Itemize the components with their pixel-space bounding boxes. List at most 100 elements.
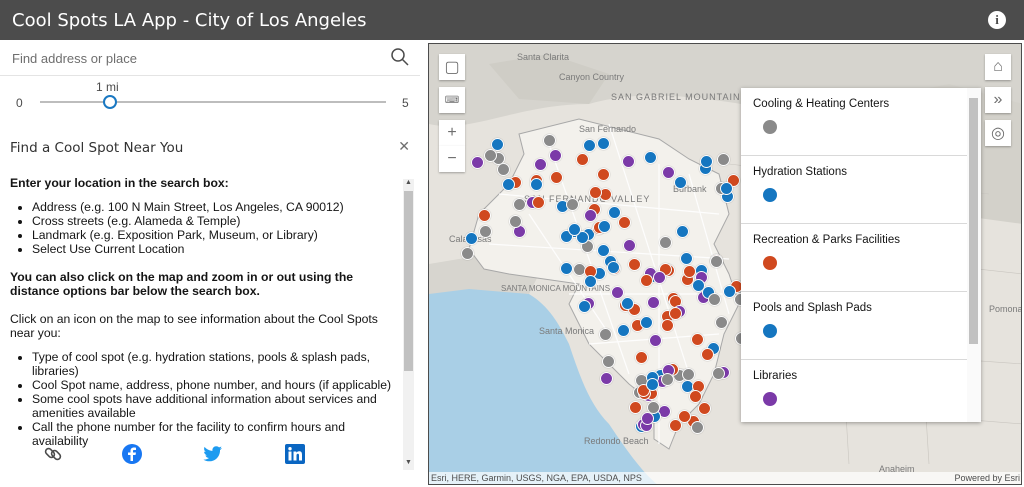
legend-item-cooling-centers[interactable]: Cooling & Heating Centers (741, 88, 967, 156)
map-marker[interactable] (484, 149, 497, 162)
map-marker[interactable] (550, 171, 563, 184)
map-marker[interactable] (471, 156, 484, 169)
twitter-icon[interactable] (202, 443, 224, 465)
map-marker[interactable] (700, 155, 713, 168)
map-marker[interactable] (502, 178, 515, 191)
map-marker[interactable] (597, 168, 610, 181)
map-marker[interactable] (461, 247, 474, 260)
slider-thumb[interactable] (103, 95, 117, 109)
search-icon[interactable] (390, 47, 410, 67)
map-marker[interactable] (640, 316, 653, 329)
map-marker[interactable] (653, 271, 666, 284)
map-marker[interactable] (598, 220, 611, 233)
map-marker[interactable] (629, 401, 642, 414)
facebook-icon[interactable] (121, 443, 143, 465)
map-marker[interactable] (715, 316, 728, 329)
info-icon[interactable]: i (988, 11, 1006, 29)
scroll-up-arrow[interactable]: ▲ (405, 179, 412, 186)
search-input[interactable] (12, 48, 372, 68)
map-marker[interactable] (662, 166, 675, 179)
map-marker[interactable] (691, 333, 704, 346)
map-marker[interactable] (720, 182, 733, 195)
home-icon[interactable]: ⌂ (985, 54, 1011, 80)
legend-item-hydration-stations[interactable]: Hydration Stations (741, 156, 967, 224)
scrollbar-thumb[interactable] (969, 98, 978, 344)
map-marker[interactable] (635, 351, 648, 364)
map-marker[interactable] (683, 265, 696, 278)
map-marker[interactable] (701, 348, 714, 361)
map-marker[interactable] (534, 158, 547, 171)
map-marker[interactable] (597, 137, 610, 150)
map-marker[interactable] (708, 293, 721, 306)
map-marker[interactable] (602, 355, 615, 368)
map-marker[interactable] (583, 139, 596, 152)
map-marker[interactable] (680, 252, 693, 265)
map-marker[interactable] (465, 232, 478, 245)
map-marker[interactable] (661, 373, 674, 386)
map-marker[interactable] (622, 155, 635, 168)
legend-item-pools[interactable]: Pools and Splash Pads (741, 292, 967, 360)
map-marker[interactable] (599, 328, 612, 341)
map-marker[interactable] (647, 296, 660, 309)
map-marker[interactable] (597, 244, 610, 257)
map-marker[interactable] (676, 225, 689, 238)
map-marker[interactable] (689, 390, 702, 403)
map-marker[interactable] (584, 209, 597, 222)
map-marker[interactable] (682, 368, 695, 381)
map-marker[interactable] (710, 255, 723, 268)
zoom-out-button[interactable]: − (439, 146, 465, 172)
map-marker[interactable] (479, 225, 492, 238)
expand-legend-icon[interactable]: » (985, 87, 1011, 113)
map-marker[interactable] (640, 274, 653, 287)
map-marker[interactable] (576, 153, 589, 166)
map-marker[interactable] (717, 153, 730, 166)
map-marker[interactable] (674, 176, 687, 189)
scrollbar-thumb[interactable] (404, 191, 413, 371)
map-marker[interactable] (712, 367, 725, 380)
map-marker[interactable] (549, 149, 562, 162)
map-marker[interactable] (607, 261, 620, 274)
zoom-in-button[interactable]: + (439, 120, 465, 146)
map-marker[interactable] (478, 209, 491, 222)
map-marker[interactable] (644, 151, 657, 164)
linkedin-icon[interactable] (284, 443, 306, 465)
legend-scrollbar[interactable] (967, 88, 981, 422)
map-marker[interactable] (661, 319, 674, 332)
legend-item-libraries[interactable]: Libraries (741, 360, 967, 422)
map-marker[interactable] (611, 286, 624, 299)
map-marker[interactable] (698, 402, 711, 415)
scroll-down-arrow[interactable]: ▼ (405, 459, 412, 466)
map-marker[interactable] (600, 372, 613, 385)
map-marker[interactable] (578, 300, 591, 313)
close-icon[interactable]: ✕ (398, 138, 410, 155)
map-marker[interactable] (543, 134, 556, 147)
map-marker[interactable] (584, 275, 597, 288)
map-marker[interactable] (723, 285, 736, 298)
map-marker[interactable] (649, 334, 662, 347)
panel-scrollbar[interactable]: ▲ ▼ (403, 179, 414, 470)
map-marker[interactable] (628, 258, 641, 271)
map-marker[interactable] (641, 412, 654, 425)
map-marker[interactable] (621, 297, 634, 310)
keyboard-icon[interactable]: ⌨ (439, 87, 465, 113)
map-view[interactable]: Santa Clarita Canyon Country SAN GABRIEL… (428, 43, 1022, 485)
map-marker[interactable] (560, 262, 573, 275)
map-marker[interactable] (618, 216, 631, 229)
slider-track[interactable] (40, 101, 386, 103)
link-icon[interactable] (42, 443, 64, 465)
map-marker[interactable] (617, 324, 630, 337)
map-marker[interactable] (669, 307, 682, 320)
map-marker[interactable] (678, 410, 691, 423)
basemap-toggle-icon[interactable]: ▢ (439, 54, 465, 80)
locate-icon[interactable]: ◎ (985, 120, 1011, 146)
map-marker[interactable] (509, 215, 522, 228)
map-marker[interactable] (589, 186, 602, 199)
map-marker[interactable] (646, 378, 659, 391)
map-marker[interactable] (513, 198, 526, 211)
map-marker[interactable] (691, 421, 704, 434)
map-marker[interactable] (530, 178, 543, 191)
map-marker[interactable] (568, 223, 581, 236)
map-marker[interactable] (623, 239, 636, 252)
legend-item-recreation-parks[interactable]: Recreation & Parks Facilities (741, 224, 967, 292)
map-marker[interactable] (566, 198, 579, 211)
